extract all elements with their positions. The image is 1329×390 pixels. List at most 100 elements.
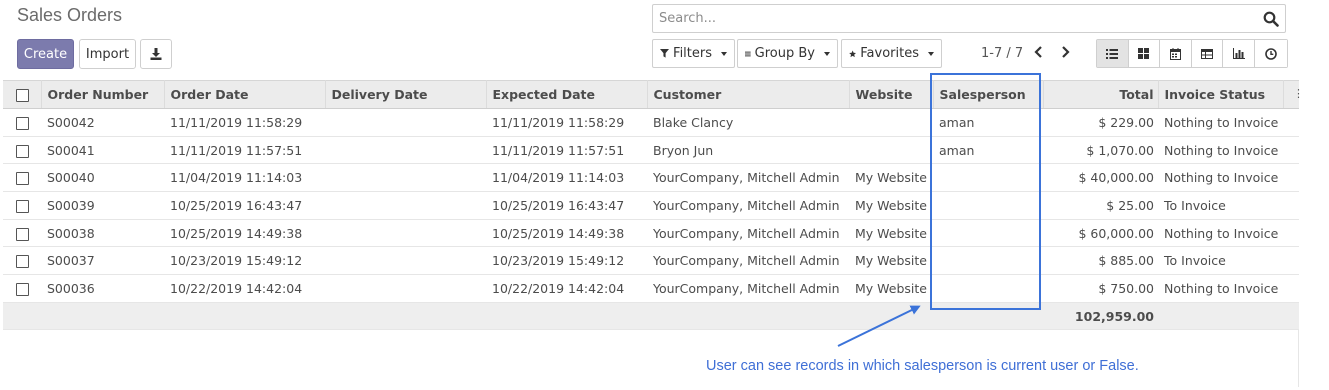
column-header-order-number[interactable]: Order Number — [41, 80, 165, 109]
salesperson-cell: aman — [933, 108, 1043, 137]
salesperson-cell — [933, 219, 1043, 248]
expected-date-cell: 10/22/2019 14:42:04 — [486, 274, 647, 303]
chevron-right-icon[interactable] — [1058, 44, 1072, 60]
row-select-cell[interactable] — [3, 274, 41, 303]
pivot-view-button[interactable] — [1191, 40, 1224, 67]
row-filler — [1283, 136, 1299, 165]
row-checkbox[interactable] — [16, 255, 29, 269]
order-number-cell: S00036 — [41, 274, 164, 303]
total-cell: $ 1,070.00 — [1043, 136, 1158, 165]
salesperson-cell — [933, 274, 1043, 303]
filters-dropdown[interactable]: Filters — [652, 39, 735, 68]
kanban-view-button[interactable] — [1128, 40, 1161, 67]
total-cell: $ 885.00 — [1043, 246, 1158, 276]
order-date-cell: 10/25/2019 16:43:47 — [164, 191, 325, 220]
column-header-website[interactable]: Website — [849, 80, 934, 109]
column-header-salesperson[interactable]: Salesperson — [933, 80, 1044, 109]
customer-cell: Bryon Jun — [647, 136, 849, 165]
table-row[interactable]: S00040 11/04/2019 11:14:03 11/04/2019 11… — [3, 163, 1299, 193]
order-date-cell: 11/11/2019 11:57:51 — [164, 136, 325, 165]
import-button[interactable]: Import — [79, 39, 136, 69]
graph-view-button[interactable] — [1223, 40, 1255, 67]
table-row[interactable]: S00038 10/25/2019 14:49:38 10/25/2019 14… — [3, 219, 1299, 248]
row-select-cell[interactable] — [3, 108, 41, 137]
search-input[interactable] — [653, 5, 1253, 32]
chevron-left-icon[interactable] — [1032, 44, 1046, 60]
row-filler — [1283, 274, 1299, 303]
select-all-cell[interactable] — [3, 80, 42, 109]
table-row[interactable]: S00039 10/25/2019 16:43:47 10/25/2019 16… — [3, 191, 1299, 220]
invoice-status-cell: To Invoice — [1158, 191, 1283, 220]
list-view-icon — [1106, 48, 1119, 59]
order-number-cell: S00038 — [41, 219, 164, 248]
row-filler — [1283, 163, 1299, 193]
group-by-dropdown[interactable]: Group By — [737, 39, 838, 68]
salesperson-cell: aman — [933, 136, 1043, 165]
column-header-invoice-status[interactable]: Invoice Status — [1158, 80, 1284, 109]
order-number-cell: S00037 — [41, 246, 164, 276]
customer-cell: YourCompany, Mitchell Admin — [647, 163, 849, 193]
salesperson-cell — [933, 191, 1043, 220]
customer-cell: YourCompany, Mitchell Admin — [647, 219, 849, 248]
total-cell: $ 750.00 — [1043, 274, 1158, 303]
page-title: Sales Orders — [17, 5, 123, 25]
order-number-cell: S00039 — [41, 191, 164, 220]
calendar-view-button[interactable] — [1160, 40, 1192, 67]
footer-spacer — [1158, 302, 1299, 330]
row-checkbox[interactable] — [16, 199, 29, 213]
delivery-date-cell — [325, 136, 486, 165]
row-checkbox[interactable] — [16, 144, 29, 158]
delivery-date-cell — [325, 163, 486, 193]
table-row[interactable]: S00042 11/11/2019 11:58:29 11/11/2019 11… — [3, 108, 1299, 137]
customer-cell: YourCompany, Mitchell Admin — [647, 191, 849, 220]
row-select-cell[interactable] — [3, 163, 41, 193]
total-cell: $ 40,000.00 — [1043, 163, 1158, 193]
expected-date-cell: 11/04/2019 11:14:03 — [486, 163, 647, 193]
row-checkbox[interactable] — [16, 172, 29, 186]
graph-view-icon — [1232, 48, 1245, 59]
expected-date-cell: 10/25/2019 14:49:38 — [486, 219, 647, 248]
search-bar — [652, 4, 1286, 33]
order-number-cell: S00040 — [41, 163, 164, 193]
delivery-date-cell — [325, 219, 486, 248]
invoice-status-cell: Nothing to Invoice — [1158, 108, 1283, 137]
calendar-view-icon — [1169, 47, 1181, 60]
list-view-button[interactable] — [1097, 40, 1129, 67]
filter-icon — [660, 48, 670, 58]
row-checkbox[interactable] — [16, 227, 29, 241]
table-row[interactable]: S00041 11/11/2019 11:57:51 11/11/2019 11… — [3, 136, 1299, 165]
download-icon — [150, 48, 162, 60]
column-header-customer[interactable]: Customer — [647, 80, 850, 109]
website-cell: My Website — [849, 191, 933, 220]
footer-spacer — [3, 302, 1043, 330]
favorites-label: Favorites — [860, 46, 919, 61]
column-header-total[interactable]: Total — [1043, 80, 1159, 109]
footer-total: 102,959.00 — [1043, 302, 1158, 330]
activity-view-button[interactable] — [1254, 40, 1287, 67]
download-button[interactable] — [140, 39, 172, 69]
row-select-cell[interactable] — [3, 246, 41, 276]
row-select-cell[interactable] — [3, 136, 41, 165]
create-button[interactable]: Create — [17, 39, 74, 69]
select-all-checkbox[interactable] — [16, 89, 29, 102]
table-header-row: Order Number Order Date Delivery Date Ex… — [3, 80, 1299, 109]
row-checkbox[interactable] — [16, 282, 29, 296]
salesperson-cell — [933, 246, 1043, 276]
table-row[interactable]: S00037 10/23/2019 15:49:12 10/23/2019 15… — [3, 246, 1299, 276]
row-select-cell[interactable] — [3, 219, 41, 248]
favorites-dropdown[interactable]: Favorites — [841, 39, 942, 68]
pager-value[interactable]: 1-7 / 7 — [981, 46, 1023, 61]
row-select-cell[interactable] — [3, 191, 41, 220]
row-checkbox[interactable] — [16, 116, 29, 130]
website-cell — [849, 108, 933, 137]
customer-cell: Blake Clancy — [647, 108, 849, 137]
optional-columns-icon[interactable]: ⋮ — [1293, 87, 1304, 100]
column-header-order-date[interactable]: Order Date — [164, 80, 326, 109]
search-icon[interactable] — [1263, 11, 1279, 27]
column-header-expected-date[interactable]: Expected Date — [486, 80, 648, 109]
column-header-delivery-date[interactable]: Delivery Date — [325, 80, 487, 109]
star-icon — [849, 50, 857, 57]
salesperson-cell — [933, 163, 1043, 193]
expected-date-cell: 10/23/2019 15:49:12 — [486, 246, 647, 276]
table-row[interactable]: S00036 10/22/2019 14:42:04 10/22/2019 14… — [3, 274, 1299, 303]
